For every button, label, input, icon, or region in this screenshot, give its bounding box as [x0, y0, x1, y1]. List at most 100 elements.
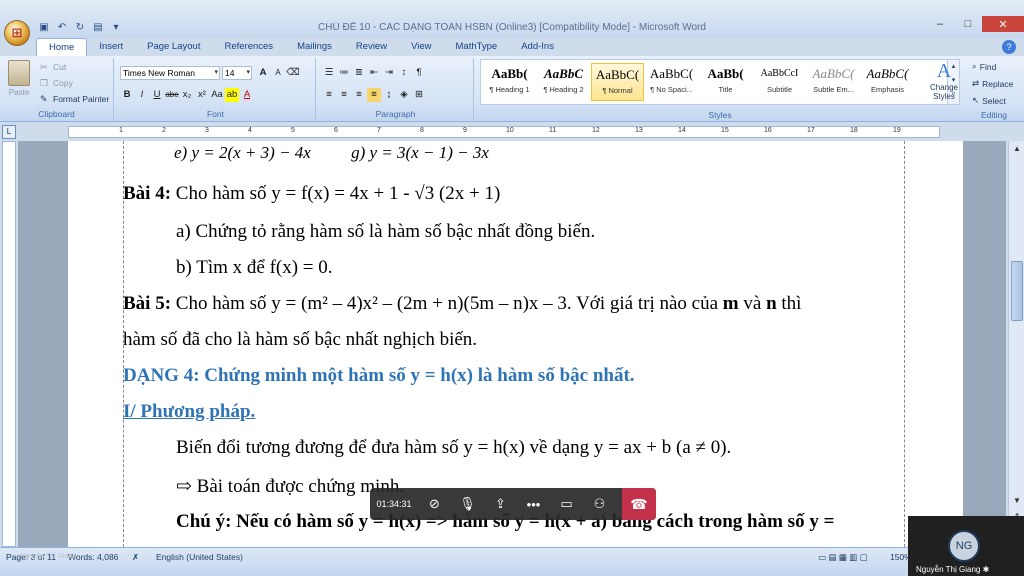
share-screen-icon[interactable]: ⇪ — [484, 488, 517, 520]
change-styles-button[interactable]: A Change Styles — [926, 60, 962, 101]
tab-insert[interactable]: Insert — [87, 38, 135, 56]
tab-mathtype[interactable]: MathType — [444, 38, 510, 56]
font-color-button[interactable]: A — [240, 88, 254, 102]
camera-off-icon[interactable]: ⊘ — [418, 488, 451, 520]
underline-button[interactable]: U — [150, 88, 164, 102]
tab-home[interactable]: Home — [36, 38, 88, 56]
line-spacing-icon[interactable]: ↨ — [382, 88, 396, 102]
format-painter-button[interactable]: ✎ Format Painter — [40, 94, 109, 104]
justify-icon[interactable]: ≡ — [367, 88, 381, 102]
align-center-icon[interactable]: ≡ — [337, 88, 351, 102]
office-button[interactable]: ⊞ — [4, 20, 30, 46]
style-heading-1[interactable]: AaBb(¶ Heading 1 — [483, 63, 536, 101]
align-right-icon[interactable]: ≡ — [352, 88, 366, 102]
scroll-thumb[interactable] — [1011, 261, 1023, 321]
style-emphasis[interactable]: AaBbC(Emphasis — [861, 63, 914, 101]
cut-button[interactable]: ✂ Cut — [40, 62, 66, 72]
highlight-button[interactable]: ab — [225, 88, 239, 102]
multilevel-list-icon[interactable]: ≣ — [352, 66, 366, 80]
ruler-number: 7 — [377, 127, 381, 134]
customize-icon[interactable]: ▾ — [108, 20, 124, 34]
shading-icon[interactable]: ◈ — [397, 88, 411, 102]
spellcheck-icon[interactable]: ✗ — [132, 552, 139, 563]
style-preview: AaBbC — [543, 66, 583, 81]
change-case-button[interactable]: Aa — [210, 88, 224, 102]
horizontal-ruler[interactable]: 1 2 3 4 5 6 7 8 9 10 11 12 13 14 15 16 17 18 19 — [68, 126, 940, 138]
copy-icon: ❐ — [40, 78, 49, 88]
select-button[interactable]: ↖ Select — [972, 95, 1006, 106]
tab-add-ins[interactable]: Add-Ins — [509, 38, 566, 56]
more-icon[interactable]: ••• — [517, 488, 550, 520]
tab-view[interactable]: View — [399, 38, 443, 56]
maximize-button[interactable]: □ — [954, 16, 982, 32]
style-title[interactable]: AaBb(Title — [699, 63, 752, 101]
bai5-label: Bài 5: — [123, 293, 172, 314]
scissors-icon: ✂ — [40, 62, 48, 72]
find-button[interactable]: ⌕ Find — [972, 61, 996, 72]
document-area: e) y = 2(x + 3) − 4x g) y = 3(x − 1) − 3… — [18, 141, 1006, 547]
strikethrough-button[interactable]: abe — [165, 88, 179, 102]
binoculars-icon: ⌕ — [972, 61, 977, 71]
increase-indent-icon[interactable]: ⇥ — [382, 66, 396, 80]
style-no-spacing[interactable]: AaBbC(¶ No Spaci... — [645, 63, 698, 101]
numbering-icon[interactable]: ≔ — [337, 66, 351, 80]
language-indicator[interactable]: English (United States) — [156, 552, 243, 562]
help-icon[interactable]: ? — [1002, 40, 1016, 54]
replace-label: Replace — [982, 78, 1014, 89]
save-icon[interactable]: ▣ — [36, 20, 52, 34]
view-buttons[interactable]: ▭ ▤ ▦ ▥ ▢ — [818, 552, 868, 563]
hang-up-icon[interactable]: ☎ — [622, 488, 656, 520]
minimize-button[interactable]: – — [926, 16, 954, 32]
style-name: Subtle Em... — [813, 85, 854, 94]
doc-bai4-a: a) Chứng tỏ rằng hàm số là hàm số bậc nh… — [176, 221, 596, 242]
change-styles-icon: A — [936, 60, 952, 82]
document-page[interactable]: e) y = 2(x + 3) − 4x g) y = 3(x − 1) − 3… — [68, 141, 963, 547]
tab-review[interactable]: Review — [344, 38, 399, 56]
subscript-button[interactable]: x₂ — [180, 88, 194, 102]
italic-button[interactable]: I — [135, 88, 149, 102]
align-left-icon[interactable]: ≡ — [322, 88, 336, 102]
chat-icon[interactable]: ▭ — [550, 488, 583, 520]
scroll-up-icon[interactable]: ▲ — [1011, 143, 1023, 155]
clear-format-icon[interactable]: ⌫ — [286, 66, 300, 80]
style-subtle-emphasis[interactable]: AaBbC(Subtle Em... — [807, 63, 860, 101]
style-subtitle[interactable]: AaBbCcI Subtitle — [753, 63, 806, 101]
doc-bai5-line2: hàm số đã cho là hàm số bậc nhất nghịch … — [123, 329, 478, 350]
close-button[interactable]: ✕ — [982, 16, 1024, 32]
tab-references[interactable]: References — [212, 38, 285, 56]
participants-icon[interactable]: ⚇ — [583, 488, 616, 520]
copy-button[interactable]: ❐ Copy — [40, 78, 73, 88]
quick-access-toolbar: ▣ ↶ ↻ ▤ ▾ — [36, 20, 124, 36]
font-family-select[interactable]: Times New Roman ▾ — [120, 66, 220, 80]
replace-button[interactable]: ⇄ Replace — [972, 78, 1013, 89]
pin-icon[interactable]: ✱ — [983, 565, 990, 574]
redo-icon[interactable]: ↻ — [72, 20, 88, 34]
font-size-select[interactable]: 14 ▾ — [222, 66, 252, 80]
show-marks-icon[interactable]: ¶ — [412, 66, 426, 80]
ruler-number: 2 — [162, 127, 166, 134]
shrink-font-button[interactable]: A — [271, 66, 285, 80]
vertical-ruler[interactable] — [2, 141, 16, 547]
decrease-indent-icon[interactable]: ⇤ — [367, 66, 381, 80]
grow-font-button[interactable]: A — [256, 66, 270, 80]
mic-off-icon[interactable]: 🎙 — [451, 488, 484, 520]
tab-page-layout[interactable]: Page Layout — [135, 38, 212, 56]
paste-label: Paste — [8, 88, 30, 97]
scroll-down-icon[interactable]: ▼ — [1011, 495, 1023, 507]
tab-selector[interactable]: L — [2, 125, 16, 139]
borders-icon[interactable]: ⊞ — [412, 88, 426, 102]
bullets-icon[interactable]: ☰ — [322, 66, 336, 80]
clipboard-group-label: Clipboard — [38, 109, 75, 119]
bold-button[interactable]: B — [120, 88, 134, 102]
sort-icon[interactable]: ↕ — [397, 66, 411, 80]
superscript-button[interactable]: x² — [195, 88, 209, 102]
undo-icon[interactable]: ↶ — [54, 20, 70, 34]
participant-tile[interactable]: NG Nguyễn Thị Giang ✱ — [908, 516, 1024, 576]
tab-mailings[interactable]: Mailings — [285, 38, 344, 56]
print-preview-icon[interactable]: ▤ — [90, 20, 106, 34]
ribbon-tabs: Home Insert Page Layout References Maili… — [36, 38, 566, 56]
vertical-scrollbar[interactable]: ▲ ▼ ⇞ ● ⇟ — [1008, 141, 1024, 547]
paste-button[interactable]: Paste — [6, 60, 32, 102]
style-normal[interactable]: AaBbC(¶ Normal — [591, 63, 644, 101]
style-heading-2[interactable]: AaBbC ¶ Heading 2 — [537, 63, 590, 101]
